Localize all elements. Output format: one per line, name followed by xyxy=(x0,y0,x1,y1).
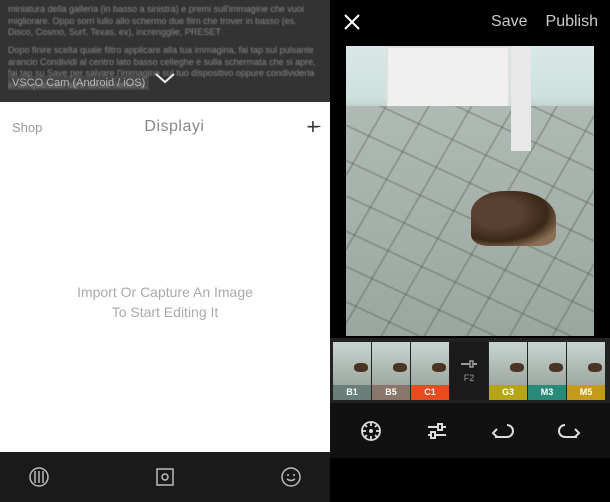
editor-bottom-toolbar xyxy=(330,403,610,458)
photo-preview-area[interactable] xyxy=(330,44,610,338)
filter-strip[interactable]: B1B5C1F2G3M3M5 xyxy=(330,338,610,403)
redo-icon[interactable] xyxy=(557,419,581,443)
empty-line-1: Import Or Capture An Image xyxy=(77,284,253,300)
save-button[interactable]: Save xyxy=(491,13,527,31)
library-title: Displayi xyxy=(144,118,204,136)
editor-top-bar: Save Publish xyxy=(330,0,610,44)
presets-wheel-icon[interactable] xyxy=(359,419,383,443)
add-import-button[interactable]: +- xyxy=(306,114,318,140)
article-overlay: miniatura della galleria (in basso a sin… xyxy=(0,0,330,102)
publish-button[interactable]: Publish xyxy=(546,13,598,31)
close-icon[interactable] xyxy=(342,12,362,32)
library-grid-icon[interactable] xyxy=(28,466,50,488)
filter-tools-button[interactable]: F2 xyxy=(450,342,488,400)
adjust-sliders-icon[interactable] xyxy=(425,419,449,443)
shop-link[interactable]: Shop xyxy=(12,120,42,135)
article-text-1: miniatura della galleria (in basso a sin… xyxy=(8,4,322,39)
left-bottom-toolbar xyxy=(0,452,330,502)
app-name-label: VSCO Cam (Android / iOS) xyxy=(8,76,149,90)
filter-thumb-m5[interactable]: M5 xyxy=(567,342,605,400)
filter-thumb-c1[interactable]: C1 xyxy=(411,342,449,400)
profile-smile-icon[interactable] xyxy=(280,466,302,488)
empty-line-2: To Start Editing It xyxy=(112,304,219,320)
camera-capture-icon[interactable] xyxy=(154,466,176,488)
empty-state: Import Or Capture An Image To Start Edit… xyxy=(0,152,330,452)
vsco-editor-panel: Save Publish B1B5C1F2G3M3M5 xyxy=(330,0,610,502)
filter-thumb-b5[interactable]: B5 xyxy=(372,342,410,400)
filter-thumb-g3[interactable]: G3 xyxy=(489,342,527,400)
filter-thumb-b1[interactable]: B1 xyxy=(333,342,371,400)
filter-thumb-m3[interactable]: M3 xyxy=(528,342,566,400)
chevron-down-icon[interactable] xyxy=(154,72,176,84)
undo-icon[interactable] xyxy=(491,419,515,443)
library-header: Shop Displayi +- xyxy=(0,102,330,152)
vsco-left-panel: miniatura della galleria (in basso a sin… xyxy=(0,0,330,502)
photo-preview xyxy=(346,46,594,336)
